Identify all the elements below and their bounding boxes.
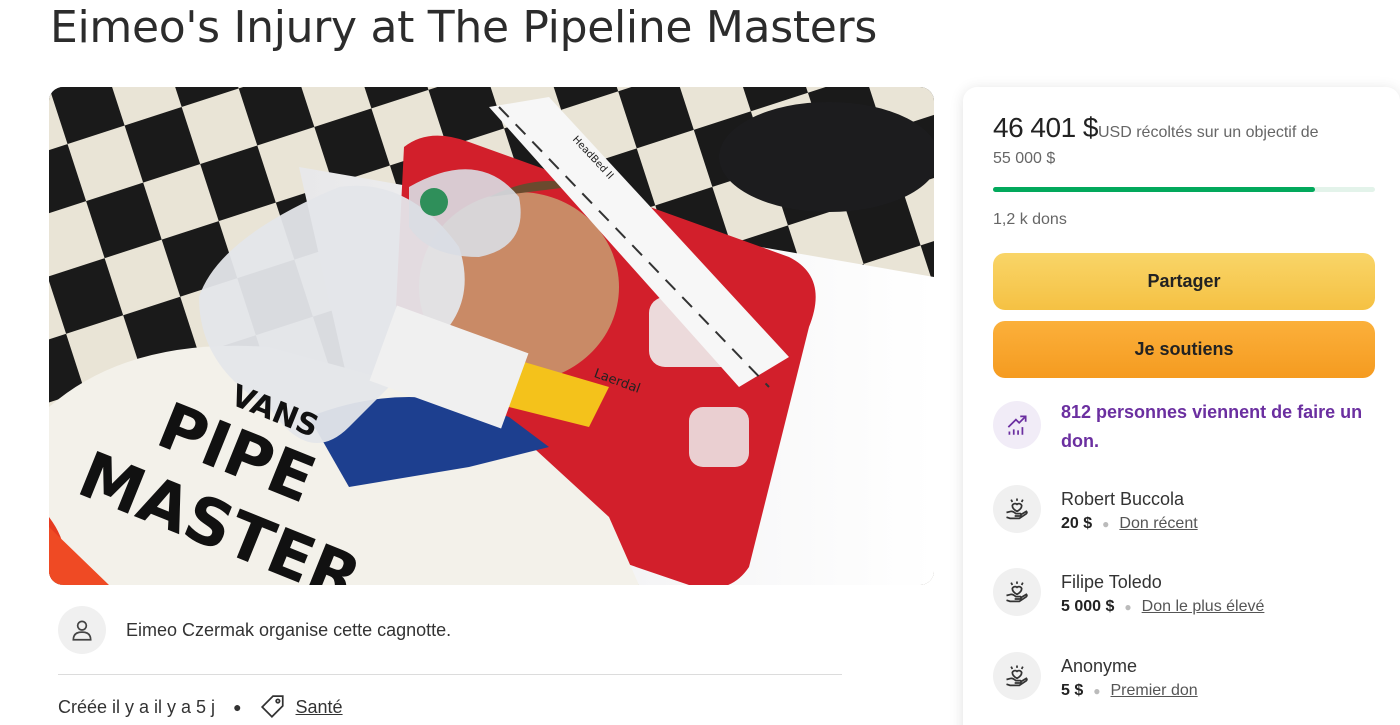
donate-button[interactable]: Je soutiens [993,321,1375,378]
donation-heart-icon [993,568,1041,616]
tag-icon [260,694,286,720]
trending-up-icon [993,401,1041,449]
donation-heart-icon [993,485,1041,533]
donor-name: Filipe Toledo [1061,572,1162,592]
organizer-text: Eimeo Czermak organise cette cagnotte. [126,619,452,640]
donations-count: 1,2 k dons [993,211,1067,228]
donor-amount: 20 $ [1061,515,1093,532]
progress-bar [993,187,1375,192]
recent-donations-trend: 812 personnes viennent de faire un don. [993,401,1381,456]
fundraiser-hero-photo[interactable]: VANS PIPE MASTER Laerdal HeadBed II [49,87,934,585]
progress-fill [993,187,1316,192]
meta-separator: ● [233,699,242,715]
donation-heart-icon [993,652,1041,700]
share-button[interactable]: Partager [993,253,1375,310]
fundraiser-meta: Créée il y a il y a 5 j ● Santé [58,694,343,720]
organizer-row: Eimeo Czermak organise cette cagnotte. [58,606,451,654]
donation-sidebar-card: 46 401 $USD récoltés sur un objectif de … [963,87,1400,725]
goal-amount: 55 000 $ [993,150,1056,167]
donor-item: Robert Buccola 20 $ ● Don récent [993,485,1198,533]
amount-raised: 46 401 $USD récoltés sur un objectif de … [993,112,1353,172]
trend-text: 812 personnes viennent de faire un don. [1061,402,1363,451]
donor-name: Anonyme [1061,656,1138,676]
donor-amount: 5 $ [1061,682,1084,699]
raised-amount: 46 401 $ [993,112,1099,143]
category-link[interactable]: Santé [296,697,343,718]
separator-dot: ● [1102,517,1110,531]
donor-item: Anonyme 5 $ ● Premier don [993,652,1198,700]
divider [58,674,842,675]
donor-item: Filipe Toledo 5 000 $ ● Don le plus élev… [993,568,1264,616]
raised-suffix: USD récoltés sur un objectif de [1098,124,1319,141]
donor-label-link[interactable]: Don le plus élevé [1142,598,1265,616]
donor-amount: 5 000 $ [1061,598,1115,615]
hero-photo-illustration: VANS PIPE MASTER Laerdal HeadBed II [49,87,934,585]
page-title: Eimeo's Injury at The Pipeline Masters [50,2,877,53]
user-icon [58,606,106,654]
donor-name: Robert Buccola [1061,489,1185,509]
donor-label-link[interactable]: Premier don [1111,682,1198,700]
created-date: Créée il y a il y a 5 j [58,696,216,717]
separator-dot: ● [1093,684,1101,698]
separator-dot: ● [1124,600,1132,614]
donor-label-link[interactable]: Don récent [1119,515,1197,533]
